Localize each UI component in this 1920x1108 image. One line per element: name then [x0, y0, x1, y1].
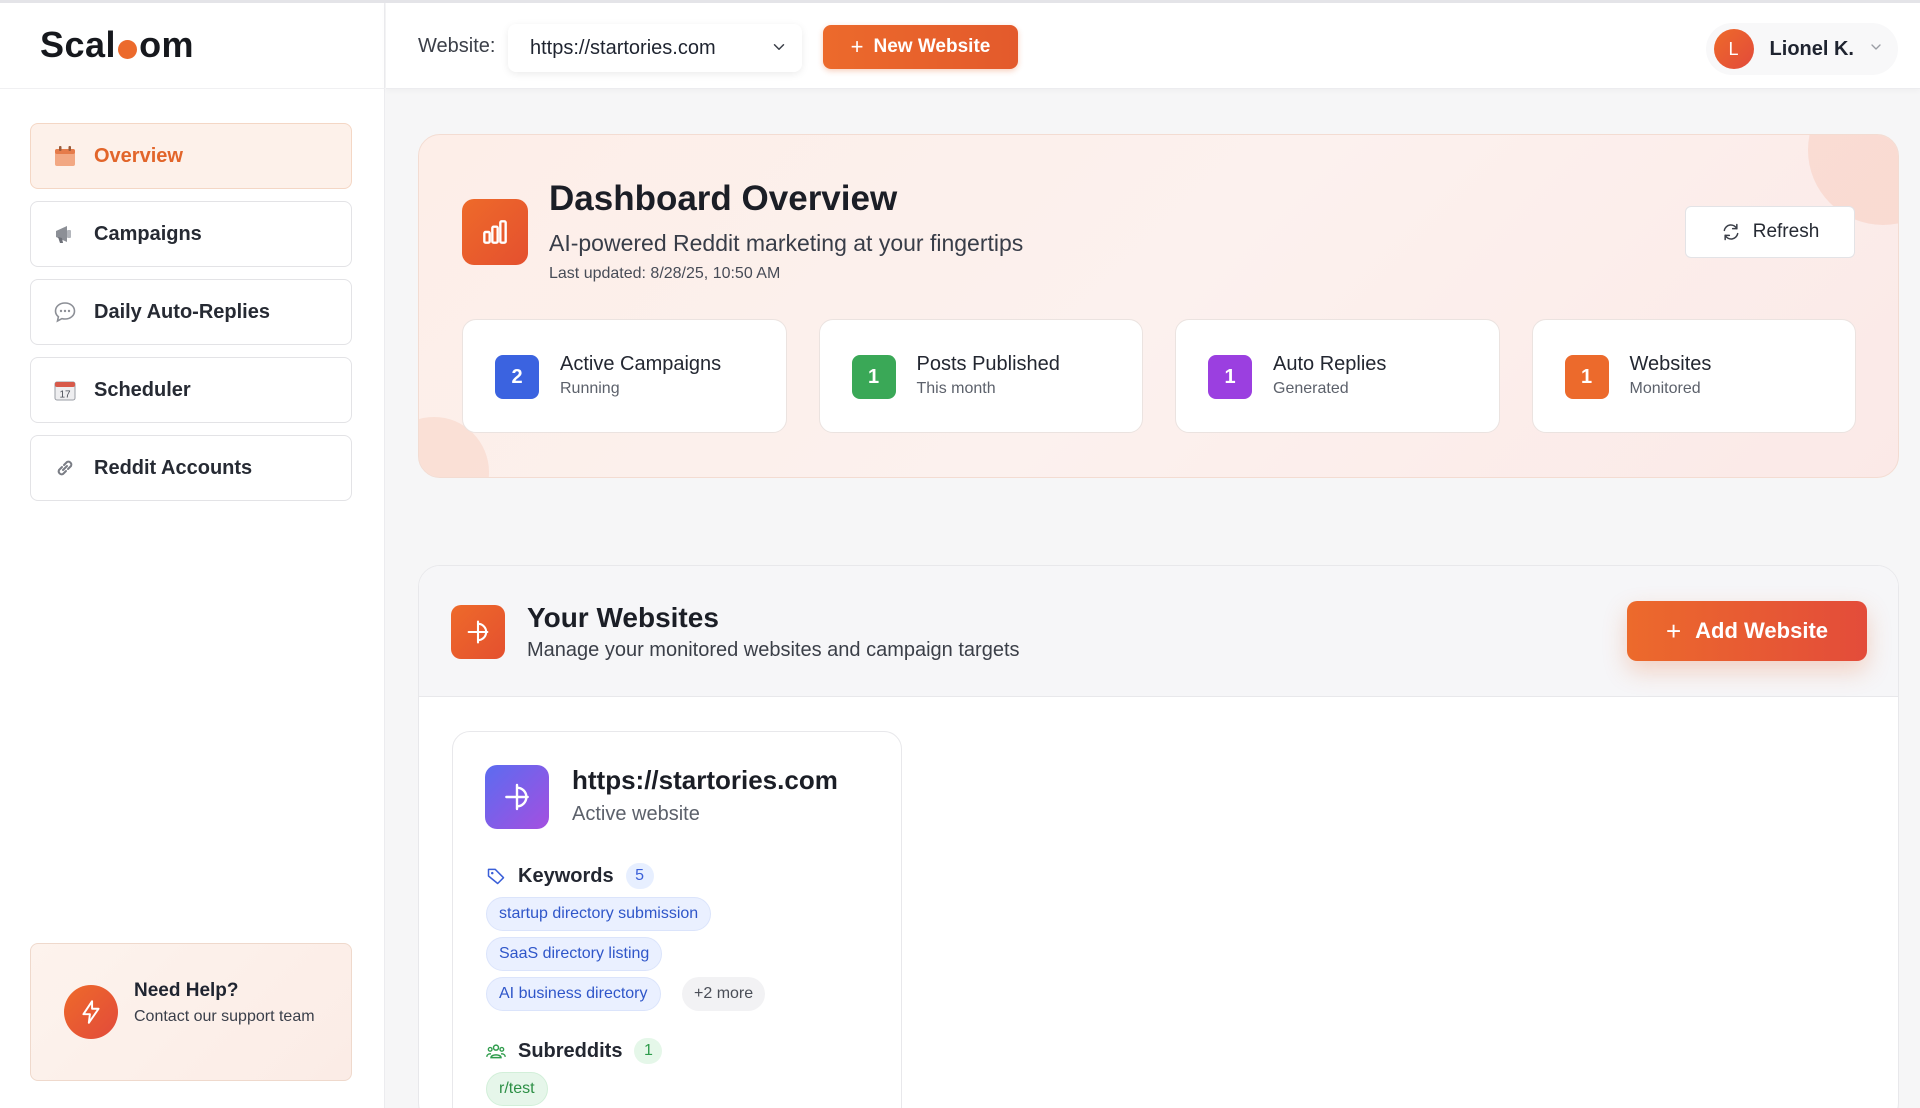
- your-websites-section: Your Websites Manage your monitored webs…: [418, 565, 1899, 1108]
- logo-divider: [0, 88, 385, 89]
- website-url: https://startories.com: [572, 765, 838, 795]
- sidebar-nav: Overview Campaigns Daily Auto-Replies 17…: [30, 123, 352, 513]
- chat-bubble-icon: [52, 299, 78, 325]
- chevron-down-icon: [770, 38, 788, 61]
- logo[interactable]: Scal om: [40, 24, 194, 66]
- new-website-label: New Website: [873, 36, 991, 57]
- website-select-value: https://startories.com: [530, 36, 716, 59]
- user-name: Lionel K.: [1769, 37, 1854, 60]
- website-select[interactable]: https://startories.com: [508, 24, 802, 72]
- subreddit-tag: r/test: [486, 1072, 548, 1106]
- plus-icon: +: [850, 34, 864, 59]
- refresh-label: Refresh: [1752, 221, 1820, 242]
- refresh-button[interactable]: Refresh: [1685, 206, 1855, 258]
- chevron-down-icon: [1868, 39, 1884, 60]
- last-updated: Last updated: 8/28/25, 10:50 AM: [549, 265, 781, 282]
- sidebar: Scal om Overview Campaigns Daily Auto-Rep…: [0, 0, 385, 1108]
- stat-label: Websites: [1629, 353, 1712, 375]
- section-title: Your Websites: [527, 602, 719, 633]
- stat-card-websites: 1 Websites Monitored: [1531, 319, 1856, 433]
- dashboard-overview-card: Dashboard Overview AI-powered Reddit mar…: [418, 134, 1899, 478]
- sidebar-item-label: Reddit Accounts: [94, 456, 253, 479]
- stat-value: 1: [1564, 355, 1609, 399]
- subreddits-header: Subreddits 1: [486, 1038, 663, 1064]
- avatar: L: [1713, 29, 1754, 69]
- logo-text-left: Scal: [40, 24, 117, 65]
- calendar-icon: [52, 143, 78, 169]
- help-card[interactable]: Need Help? Contact our support team: [30, 943, 352, 1081]
- website-status: Active website: [572, 803, 700, 825]
- stats-row: 2 Active Campaigns Running 1 Posts Publi…: [462, 319, 1856, 433]
- logo-text-right: om: [139, 24, 195, 65]
- sidebar-item-daily-auto-replies[interactable]: Daily Auto-Replies: [30, 279, 352, 345]
- add-website-label: Add Website: [1695, 618, 1828, 643]
- svg-text:17: 17: [59, 390, 71, 401]
- subreddits-count-badge: 1: [634, 1038, 663, 1064]
- top-border: [0, 0, 1920, 3]
- stat-label: Active Campaigns: [560, 353, 722, 375]
- keywords-count-badge: 5: [625, 863, 654, 889]
- stat-card-auto-replies: 1 Auto Replies Generated: [1175, 319, 1500, 433]
- more-keywords-tag[interactable]: +2 more: [682, 977, 766, 1011]
- keyword-tag: AI business directory: [486, 977, 661, 1011]
- section-subtitle: Manage your monitored websites and campa…: [527, 639, 1020, 661]
- keyword-tag: startup directory submission: [486, 897, 712, 931]
- user-menu[interactable]: L Lionel K.: [1705, 23, 1898, 75]
- stat-sublabel: Running: [560, 380, 620, 397]
- tag-icon: [486, 866, 506, 886]
- website-card[interactable]: https://startories.com Active website Ke…: [452, 731, 902, 1108]
- sidebar-item-label: Scheduler: [94, 378, 191, 401]
- page-subtitle: AI-powered Reddit marketing at your fing…: [549, 230, 1024, 256]
- users-icon: [486, 1041, 506, 1061]
- sidebar-item-label: Daily Auto-Replies: [94, 300, 270, 323]
- website-label: Website:: [418, 35, 496, 57]
- megaphone-icon: [52, 221, 78, 247]
- refresh-icon: [1721, 222, 1741, 242]
- sidebar-item-campaigns[interactable]: Campaigns: [30, 201, 352, 267]
- sidebar-item-reddit-accounts[interactable]: Reddit Accounts: [30, 435, 352, 501]
- bar-chart-icon: [462, 199, 528, 265]
- globe-icon: [485, 765, 549, 829]
- stat-value: 1: [1208, 355, 1252, 399]
- lightning-icon: [64, 985, 118, 1039]
- top-header: Website: https://startories.com + New We…: [386, 3, 1920, 89]
- keywords-label: Keywords: [518, 864, 614, 887]
- calendar-17-icon: 17: [52, 377, 78, 403]
- stat-sublabel: Generated: [1273, 380, 1349, 397]
- keyword-tag: SaaS directory listing: [486, 937, 663, 971]
- stat-card-posts-published: 1 Posts Published This month: [818, 319, 1143, 433]
- sidebar-item-overview[interactable]: Overview: [30, 123, 352, 189]
- help-subtitle: Contact our support team: [134, 1008, 315, 1025]
- page-title: Dashboard Overview: [549, 179, 898, 218]
- sidebar-item-label: Overview: [94, 144, 183, 167]
- sidebar-item-scheduler[interactable]: 17 Scheduler: [30, 357, 352, 423]
- stat-sublabel: This month: [916, 380, 996, 397]
- add-website-button[interactable]: + Add Website: [1627, 601, 1867, 661]
- logo-dot-icon: [118, 39, 138, 59]
- stat-sublabel: Monitored: [1629, 380, 1701, 397]
- new-website-button[interactable]: + New Website: [823, 25, 1018, 69]
- globe-icon: [451, 605, 505, 659]
- websites-header: Your Websites Manage your monitored webs…: [419, 566, 1898, 697]
- help-title: Need Help?: [134, 980, 239, 1001]
- stat-label: Auto Replies: [1273, 353, 1387, 375]
- link-icon: [52, 455, 78, 481]
- stat-value: 2: [495, 355, 539, 399]
- stat-value: 1: [851, 355, 896, 399]
- stat-card-active-campaigns: 2 Active Campaigns Running: [462, 319, 787, 433]
- sidebar-item-label: Campaigns: [94, 222, 202, 245]
- subreddits-label: Subreddits: [518, 1039, 623, 1062]
- stat-label: Posts Published: [916, 353, 1060, 375]
- plus-icon: +: [1665, 615, 1682, 646]
- keywords-header: Keywords 5: [486, 863, 654, 889]
